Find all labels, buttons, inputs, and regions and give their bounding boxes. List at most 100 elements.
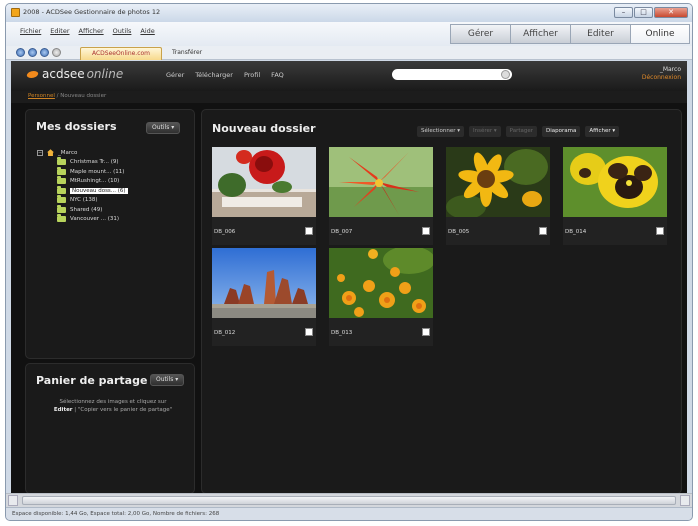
folder-icon — [57, 204, 66, 213]
user-name: _Marco — [659, 66, 681, 73]
maximize-button[interactable]: □ — [634, 7, 653, 18]
photo-thumbnail[interactable] — [329, 147, 433, 217]
photo-thumbnail[interactable] — [446, 147, 550, 217]
folder-icon — [57, 185, 66, 194]
folder-item-label: Shared (49) — [70, 206, 103, 213]
insert-button[interactable]: Insérer ▾ — [469, 126, 501, 137]
acdsee-online-logo[interactable]: acdsee online — [25, 67, 124, 81]
content-title: Nouveau dossier — [212, 122, 316, 135]
folder-icon — [57, 195, 66, 204]
menu-aide[interactable]: Aide — [140, 27, 154, 35]
photo-thumbnail[interactable] — [212, 248, 316, 318]
photo-thumbnail[interactable] — [563, 147, 667, 217]
folder-item-selected[interactable]: Nouveau doss... (6) — [57, 185, 128, 196]
share-cart-title: Panier de partage — [36, 374, 148, 387]
menu-outils[interactable]: Outils — [113, 27, 132, 35]
photo-checkbox[interactable] — [539, 227, 547, 235]
marigold-photo — [329, 248, 433, 318]
folder-item-label: Maple mount... (11) — [70, 168, 125, 175]
search-input[interactable] — [392, 69, 512, 80]
photo-checkbox[interactable] — [656, 227, 664, 235]
mode-afficher[interactable]: Afficher — [510, 24, 570, 44]
breadcrumb-current: Nouveau dossier — [60, 93, 107, 99]
folder-item-label: Vancouver ... (31) — [70, 216, 119, 223]
breadcrumb-root[interactable]: Personnel — [28, 93, 55, 99]
logo-sub-text: online — [86, 67, 124, 81]
logout-link[interactable]: Déconnexion — [642, 74, 681, 82]
content-panel: Nouveau dossier Sélectionner ▾ Insérer ▾… — [201, 109, 682, 494]
photo-checkbox[interactable] — [305, 227, 313, 235]
mode-editer[interactable]: Editer — [570, 24, 630, 44]
photo-card[interactable]: DB_014 — [563, 147, 667, 245]
share-tools-label: Outils — [156, 376, 174, 383]
forward-icon[interactable] — [28, 48, 37, 57]
share-text-2: | "Copier vers le panier de partage" — [74, 407, 173, 413]
photo-card[interactable]: DB_005 — [446, 147, 550, 245]
photo-name: DB_012 — [214, 330, 236, 336]
mode-tabs: Gérer Afficher Editer Online — [450, 24, 690, 44]
folder-item[interactable]: Vancouver ... (31) — [57, 214, 128, 225]
folders-panel: Mes dossiers Outils ▾ − _Marco Christmas… — [25, 109, 195, 359]
share-button[interactable]: Partager — [505, 126, 538, 137]
photo-checkbox[interactable] — [422, 328, 430, 336]
folder-root[interactable]: − _Marco — [37, 148, 128, 158]
share-text-bold: Editer — [53, 407, 73, 413]
menu-bar: Fichier Editer Afficher Outils Aide Gére… — [6, 22, 692, 46]
tab-acdseeonline[interactable]: ACDSeeOnline.com — [80, 47, 162, 60]
photo-card[interactable]: DB_006 — [212, 147, 316, 245]
photo-name: DB_013 — [331, 330, 353, 336]
photo-name: DB_014 — [565, 229, 587, 235]
nav-profil[interactable]: Profil — [244, 71, 260, 79]
refresh-icon[interactable] — [40, 48, 49, 57]
select-button[interactable]: Sélectionner ▾ — [417, 126, 464, 137]
folders-tools-label: Outils — [152, 124, 170, 131]
application-window: 2008 - ACDSee Gestionnaire de photos 12 … — [5, 3, 693, 521]
scrollbar-thumb[interactable] — [22, 496, 676, 505]
photo-card[interactable]: DB_013 — [329, 248, 433, 346]
folder-item[interactable]: Christmas Tr... (9) — [57, 157, 128, 168]
status-bar: Espace disponible: 1,44 Go, Espace total… — [6, 507, 692, 520]
nav-faq[interactable]: FAQ — [271, 71, 284, 79]
photo-checkbox[interactable] — [422, 227, 430, 235]
share-tools-button[interactable]: Outils ▾ — [150, 374, 185, 386]
stop-icon[interactable] — [52, 48, 61, 57]
content-toolbar: Sélectionner ▾ Insérer ▾ Partager Diapor… — [417, 126, 620, 137]
photo-card[interactable]: DB_012 — [212, 248, 316, 346]
menu-editer[interactable]: Editer — [50, 27, 69, 35]
view-button[interactable]: Afficher ▾ — [585, 126, 620, 137]
folder-item[interactable]: Maple mount... (11) — [57, 166, 128, 177]
folder-item[interactable]: MtRushingt... (10) — [57, 176, 128, 187]
logo-mark-icon — [25, 70, 40, 78]
horizontal-scrollbar[interactable] — [6, 493, 692, 507]
collapse-icon[interactable]: − — [37, 149, 43, 156]
share-cart-instructions: Sélectionnez des images et cliquez sur E… — [38, 398, 188, 414]
menu-fichier[interactable]: Fichier — [20, 27, 41, 35]
minimize-button[interactable]: – — [614, 7, 633, 18]
rose-photo — [212, 147, 316, 217]
photo-thumbnail[interactable] — [329, 248, 433, 318]
photo-card[interactable]: DB_007 — [329, 147, 433, 245]
breadcrumb-separator: / — [56, 93, 59, 99]
photo-thumbnail[interactable] — [212, 147, 316, 217]
photo-checkbox[interactable] — [305, 328, 313, 336]
nav-telecharger[interactable]: Télécharger — [195, 71, 233, 79]
folder-item[interactable]: Shared (49) — [57, 204, 128, 215]
search-icon[interactable] — [501, 70, 510, 79]
menu-afficher[interactable]: Afficher — [79, 27, 104, 35]
mode-gerer[interactable]: Gérer — [450, 24, 510, 44]
scroll-left-icon[interactable] — [8, 495, 18, 506]
scroll-right-icon[interactable] — [680, 495, 690, 506]
folders-tools-button[interactable]: Outils ▾ — [146, 122, 181, 134]
photo-name: DB_006 — [214, 229, 236, 235]
folder-item-label: NYC (138) — [70, 197, 98, 204]
slideshow-button[interactable]: Diaporama — [542, 126, 581, 137]
close-button[interactable]: ✕ — [654, 7, 688, 18]
back-icon[interactable] — [16, 48, 25, 57]
folder-item[interactable]: NYC (138) — [57, 195, 128, 206]
nav-gerer[interactable]: Gérer — [166, 71, 184, 79]
logo-text: acdsee — [42, 67, 85, 81]
tab-transferer[interactable]: Transférer — [172, 49, 202, 56]
insert-label: Insérer — [473, 128, 493, 134]
mode-online[interactable]: Online — [630, 24, 690, 44]
folder-tree: − _Marco Christmas Tr... (9) Maple mount… — [37, 148, 128, 224]
